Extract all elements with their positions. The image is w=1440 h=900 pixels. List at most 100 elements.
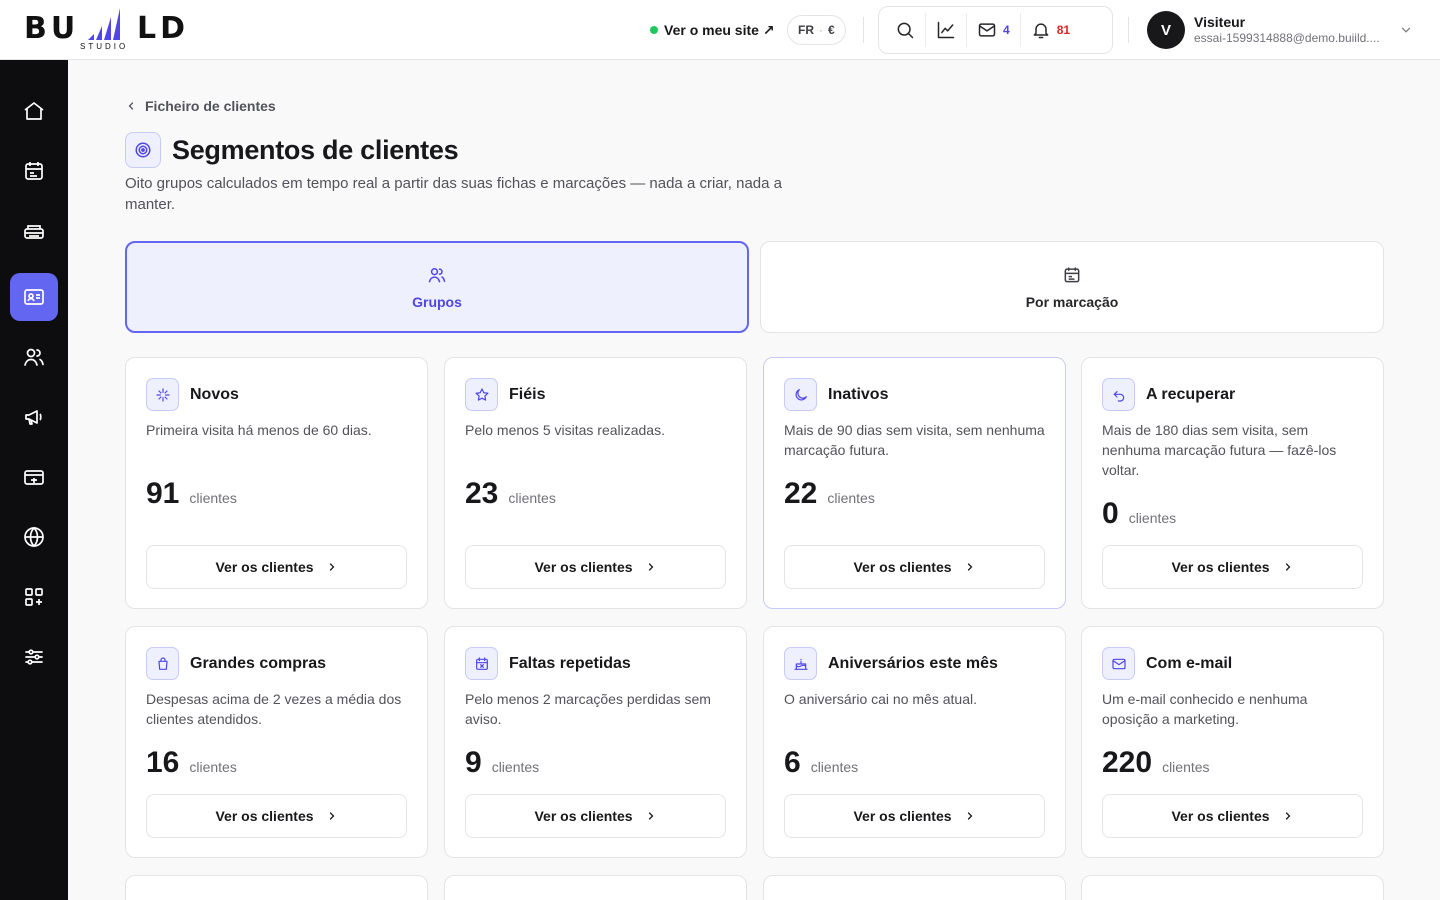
- view-clients-button[interactable]: Ver os clientes: [784, 545, 1045, 589]
- team-icon: [24, 348, 44, 366]
- chart-icon: [937, 21, 955, 39]
- view-clients-button[interactable]: Ver os clientes: [784, 794, 1045, 838]
- chevron-down-icon: [1401, 27, 1411, 33]
- sparkle-icon: [146, 378, 179, 411]
- segment-description: Despesas acima de 2 vezes a média dos cl…: [146, 691, 402, 727]
- segment-title: Aniversários este mês: [828, 654, 998, 672]
- view-clients-button[interactable]: Ver os clientes: [1102, 545, 1363, 589]
- segment-card-inactive: Inativos Mais de 90 dias sem visita, sem…: [763, 357, 1066, 609]
- button-label: Ver os clientes: [1171, 808, 1270, 824]
- nav-clients[interactable]: [10, 273, 58, 321]
- segment-title: Faltas repetidas: [509, 654, 631, 672]
- chevron-right-icon: [1285, 563, 1290, 571]
- bell-icon: [1033, 23, 1049, 39]
- nav-website[interactable]: [10, 513, 58, 561]
- header-tools: 4 81: [878, 6, 1113, 54]
- messages-count: 4: [1003, 23, 1010, 37]
- segment-card-birthdays: Aniversários este mês O aniversário cai …: [763, 626, 1066, 858]
- segment-card-partial: [1081, 875, 1384, 900]
- chevron-right-icon: [1285, 812, 1290, 820]
- nav-marketing[interactable]: [10, 393, 58, 441]
- user-email: essai-1599314888@demo.buiild....: [1194, 31, 1380, 45]
- chevron-right-icon: [329, 563, 334, 571]
- segment-card-partial: [763, 875, 1066, 900]
- segment-description: Primeira visita há menos de 60 dias.: [146, 422, 372, 438]
- segment-description: Um e-mail conhecido e nenhuma oposição a…: [1102, 691, 1308, 727]
- nav-team[interactable]: [10, 333, 58, 381]
- segment-card-recover: A recuperar Mais de 180 dias sem visita,…: [1081, 357, 1384, 609]
- view-site-link[interactable]: Ver o meu site ↗: [650, 18, 775, 42]
- tab-label: Grupos: [412, 293, 462, 310]
- segment-description: Mais de 90 dias sem visita, sem nenhuma …: [784, 422, 1045, 458]
- segment-stat: 6 clientes: [784, 748, 858, 778]
- search-button[interactable]: [885, 13, 925, 47]
- card-header: Novos: [146, 378, 239, 411]
- segment-count: 22: [784, 477, 818, 510]
- breadcrumb-back-link[interactable]: Ficheiro de clientes: [125, 98, 276, 114]
- tab-label: Por marcação: [1025, 293, 1119, 310]
- nav-checkout[interactable]: [10, 207, 58, 255]
- messages-button[interactable]: 4: [966, 13, 1020, 47]
- currency-symbol: €: [828, 23, 835, 37]
- segment-stat: 9 clientes: [465, 748, 539, 778]
- brand-logo[interactable]: BU LD STUDIO: [24, 8, 185, 52]
- segment-description: O aniversário cai no mês atual.: [784, 691, 977, 707]
- star-icon: [465, 378, 498, 411]
- chevron-right-icon: [967, 563, 972, 571]
- language-currency-selector[interactable]: FR · €: [787, 15, 846, 45]
- segment-unit: clientes: [508, 490, 556, 506]
- card-header: Fiéis: [465, 378, 545, 411]
- apps-icon: [25, 588, 43, 606]
- segment-unit: clientes: [1162, 759, 1210, 775]
- notifications-count: 81: [1056, 23, 1071, 37]
- pill-separator: ·: [819, 23, 823, 37]
- segment-stat: 23 clientes: [465, 479, 556, 509]
- client-card-icon: [24, 289, 44, 305]
- nav-calendar[interactable]: [10, 147, 58, 195]
- segment-count: 220: [1102, 746, 1153, 779]
- view-clients-button[interactable]: Ver os clientes: [465, 545, 726, 589]
- chevron-right-icon: [648, 563, 653, 571]
- top-bar: BU LD STUDIO Ver o meu site ↗ FR · € 4 8…: [0, 0, 1440, 60]
- nav-apps[interactable]: [10, 573, 58, 621]
- segment-count: 9: [465, 746, 482, 779]
- segment-count: 6: [784, 746, 801, 779]
- user-menu[interactable]: V Visiteur essai-1599314888@demo.buiild.…: [1147, 11, 1417, 49]
- nav-payments[interactable]: [10, 453, 58, 501]
- notifications-button[interactable]: 81: [1019, 13, 1080, 47]
- nav-home[interactable]: [10, 87, 58, 135]
- undo-icon: [1102, 378, 1135, 411]
- view-site-label: Ver o meu site ↗: [664, 21, 775, 38]
- sidebar: [0, 60, 68, 900]
- button-label: Ver os clientes: [215, 559, 314, 575]
- segment-count: 23: [465, 477, 499, 510]
- view-clients-button[interactable]: Ver os clientes: [146, 794, 407, 838]
- mail-icon: [1102, 647, 1135, 680]
- segment-description: Pelo menos 2 marcações perdidas sem avis…: [465, 691, 711, 727]
- stats-button[interactable]: [925, 13, 966, 47]
- tab-by-booking[interactable]: Por marcação: [760, 241, 1384, 333]
- nav-settings[interactable]: [10, 633, 58, 681]
- card-header: Grandes compras: [146, 647, 326, 680]
- user-name: Visiteur: [1194, 14, 1246, 30]
- logo-bars-icon: [88, 8, 120, 40]
- card-header: Aniversários este mês: [784, 647, 998, 680]
- page-header: Segmentos de clientes: [125, 132, 459, 168]
- view-clients-button[interactable]: Ver os clientes: [465, 794, 726, 838]
- segment-count: 0: [1102, 497, 1119, 530]
- header-divider: [1128, 17, 1129, 43]
- segment-card-new: Novos Primeira visita há menos de 60 dia…: [125, 357, 428, 609]
- shopping-bag-icon: [146, 647, 179, 680]
- online-status-dot: [650, 26, 658, 34]
- segment-stat: 91 clientes: [146, 479, 237, 509]
- view-clients-button[interactable]: Ver os clientes: [1102, 794, 1363, 838]
- view-clients-button[interactable]: Ver os clientes: [146, 545, 407, 589]
- segment-stat: 220 clientes: [1102, 748, 1210, 778]
- segment-stat: 22 clientes: [784, 479, 875, 509]
- segment-unit: clientes: [491, 759, 540, 775]
- calendar-icon: [1064, 267, 1080, 282]
- avatar: V: [1147, 11, 1185, 49]
- button-label: Ver os clientes: [853, 559, 952, 575]
- header-divider: [863, 17, 864, 43]
- tab-groups[interactable]: Grupos: [125, 241, 749, 333]
